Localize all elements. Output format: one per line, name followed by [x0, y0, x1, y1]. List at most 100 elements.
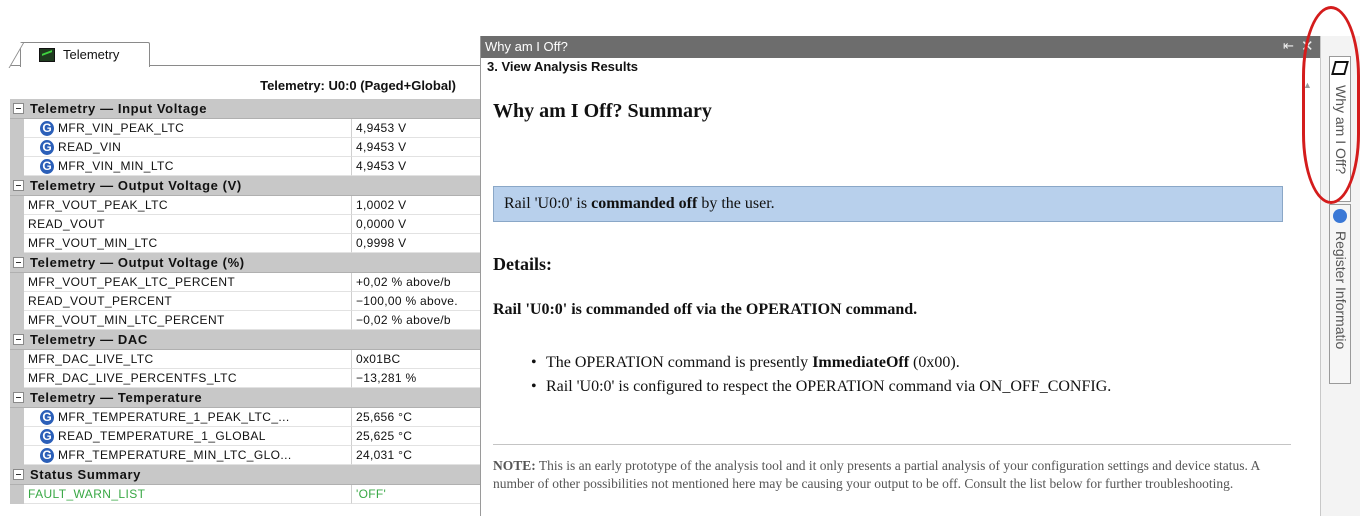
- highlight-annotation: [1302, 6, 1360, 204]
- table-row[interactable]: FAULT_WARN_LIST 'OFF': [10, 485, 480, 504]
- section-header[interactable]: Telemetry — Input Voltage: [10, 99, 480, 119]
- table-row[interactable]: MFR_DAC_LIVE_LTC 0x01BC: [10, 350, 480, 369]
- row-name: READ_VIN: [24, 138, 352, 157]
- collapse-icon[interactable]: [13, 334, 24, 345]
- row-value: 4,9453 V: [352, 138, 480, 157]
- side-tab-register-information[interactable]: Register Informatio: [1329, 204, 1351, 384]
- row-name: MFR_VOUT_PEAK_LTC: [24, 196, 352, 215]
- bullet-text-end: (0x00).: [909, 354, 960, 371]
- row-value: −0,02 % above/b: [352, 311, 480, 330]
- details-heading: Details:: [493, 254, 552, 274]
- section-title: Telemetry — Output Voltage (%): [30, 255, 245, 270]
- table-row[interactable]: G MFR_TEMPERATURE_MIN_LTC_GLO... 24,031 °C: [10, 446, 480, 465]
- panel-title: Why am I Off?: [485, 39, 568, 54]
- row-value: 4,9453 V: [352, 157, 480, 176]
- telemetry-chart-icon: [39, 48, 55, 62]
- row-gutter: [10, 234, 24, 253]
- table-row[interactable]: MFR_DAC_LIVE_PERCENTFS_LTC −13,281 %: [10, 369, 480, 388]
- telemetry-tab-strip: Telemetry: [0, 36, 480, 67]
- collapse-icon[interactable]: [13, 469, 24, 480]
- divider: [493, 444, 1291, 445]
- list-item: The OPERATION command is presently Immed…: [531, 351, 1111, 375]
- row-gutter: [10, 350, 24, 369]
- table-row[interactable]: G READ_VIN 4,9453 V: [10, 138, 480, 157]
- table-row[interactable]: READ_VOUT 0,0000 V: [10, 215, 480, 234]
- row-gutter: [10, 427, 24, 446]
- row-gutter: [10, 369, 24, 388]
- row-value: 4,9453 V: [352, 119, 480, 138]
- table-row[interactable]: MFR_VOUT_MIN_LTC_PERCENT −0,02 % above/b: [10, 311, 480, 330]
- row-value: −100,00 % above.: [352, 292, 480, 311]
- callout-emphasis: commanded off: [591, 195, 698, 212]
- summary-callout: Rail 'U0:0' is commanded off by the user…: [493, 186, 1283, 222]
- row-gutter: [10, 138, 24, 157]
- section-title: Telemetry — Temperature: [30, 390, 203, 405]
- table-row[interactable]: MFR_VOUT_MIN_LTC 0,9998 V: [10, 234, 480, 253]
- row-name: MFR_VIN_MIN_LTC: [24, 157, 352, 176]
- row-name: MFR_TEMPERATURE_1_PEAK_LTC_...: [24, 408, 352, 427]
- section-header[interactable]: Telemetry — DAC: [10, 330, 480, 350]
- section-title: Telemetry — Output Voltage (V): [30, 178, 242, 193]
- row-gutter: [10, 196, 24, 215]
- collapse-icon[interactable]: [13, 180, 24, 191]
- row-name: READ_TEMPERATURE_1_GLOBAL: [24, 427, 352, 446]
- section-title: Telemetry — Input Voltage: [30, 101, 208, 116]
- telemetry-panel: Telemetry Telemetry: U0:0 (Paged+Global)…: [0, 0, 480, 516]
- section-title: Telemetry — DAC: [30, 332, 148, 347]
- collapse-icon[interactable]: [13, 257, 24, 268]
- row-value: −13,281 %: [352, 369, 480, 388]
- telemetry-grid: Telemetry — Input Voltage G MFR_VIN_PEAK_L…: [10, 99, 480, 504]
- row-value: 0x01BC: [352, 350, 480, 369]
- panel-title-bar[interactable]: Why am I Off? ⇤ ✕: [481, 36, 1321, 58]
- table-row[interactable]: READ_VOUT_PERCENT −100,00 % above.: [10, 292, 480, 311]
- table-row[interactable]: MFR_VOUT_PEAK_LTC_PERCENT +0,02 % above/b: [10, 273, 480, 292]
- section-header[interactable]: Telemetry — Temperature: [10, 388, 480, 408]
- telemetry-caption: Telemetry: U0:0 (Paged+Global): [260, 78, 456, 93]
- analysis-results: Why am I Off? Summary Rail 'U0:0' is com…: [491, 76, 1291, 516]
- details-list: The OPERATION command is presently Immed…: [531, 351, 1111, 399]
- note-text: NOTE: This is an early prototype of the …: [493, 457, 1293, 493]
- row-gutter: [10, 408, 24, 427]
- row-name: MFR_DAC_LIVE_LTC: [24, 350, 352, 369]
- pin-icon[interactable]: ⇤: [1283, 38, 1294, 54]
- info-icon: [1333, 209, 1347, 223]
- collapse-icon[interactable]: [13, 103, 24, 114]
- bullet-emphasis: ImmediateOff: [812, 354, 910, 371]
- row-gutter: [10, 292, 24, 311]
- row-name: READ_VOUT_PERCENT: [24, 292, 352, 311]
- row-gutter: [10, 273, 24, 292]
- collapse-icon[interactable]: [13, 392, 24, 403]
- row-value: +0,02 % above/b: [352, 273, 480, 292]
- why-am-i-off-panel: Why am I Off? ⇤ ✕ 3. View Analysis Resul…: [480, 36, 1321, 516]
- row-gutter: [10, 311, 24, 330]
- callout-text: Rail 'U0:0' is: [504, 195, 592, 212]
- row-name: FAULT_WARN_LIST: [24, 485, 352, 504]
- row-value: 25,656 °C: [352, 408, 480, 427]
- table-row[interactable]: G MFR_VIN_MIN_LTC 4,9453 V: [10, 157, 480, 176]
- section-header[interactable]: Status Summary: [10, 465, 480, 485]
- tab-telemetry[interactable]: Telemetry: [20, 42, 150, 67]
- tab-telemetry-label: Telemetry: [63, 47, 120, 62]
- row-name: MFR_VIN_PEAK_LTC: [24, 119, 352, 138]
- table-row[interactable]: G MFR_TEMPERATURE_1_PEAK_LTC_... 25,656 °C: [10, 408, 480, 427]
- row-name: MFR_TEMPERATURE_MIN_LTC_GLO...: [24, 446, 352, 465]
- row-value: 25,625 °C: [352, 427, 480, 446]
- step-label: 3. View Analysis Results: [487, 59, 639, 74]
- summary-heading: Why am I Off? Summary: [493, 100, 712, 122]
- row-name: MFR_VOUT_MIN_LTC_PERCENT: [24, 311, 352, 330]
- row-value: 0,0000 V: [352, 215, 480, 234]
- note-label: NOTE:: [493, 458, 536, 473]
- table-row[interactable]: G READ_TEMPERATURE_1_GLOBAL 25,625 °C: [10, 427, 480, 446]
- section-title: Status Summary: [30, 467, 141, 482]
- table-row[interactable]: G MFR_VIN_PEAK_LTC 4,9453 V: [10, 119, 480, 138]
- rail-heading: Rail 'U0:0' is commanded off via the OPE…: [493, 301, 918, 318]
- section-header[interactable]: Telemetry — Output Voltage (%): [10, 253, 480, 273]
- row-name: MFR_DAC_LIVE_PERCENTFS_LTC: [24, 369, 352, 388]
- table-row[interactable]: MFR_VOUT_PEAK_LTC 1,0002 V: [10, 196, 480, 215]
- list-item: Rail 'U0:0' is configured to respect the…: [531, 375, 1111, 399]
- row-gutter: [10, 215, 24, 234]
- row-value: 'OFF': [352, 485, 480, 504]
- row-gutter: [10, 446, 24, 465]
- bullet-text: The OPERATION command is presently: [546, 354, 813, 371]
- section-header[interactable]: Telemetry — Output Voltage (V): [10, 176, 480, 196]
